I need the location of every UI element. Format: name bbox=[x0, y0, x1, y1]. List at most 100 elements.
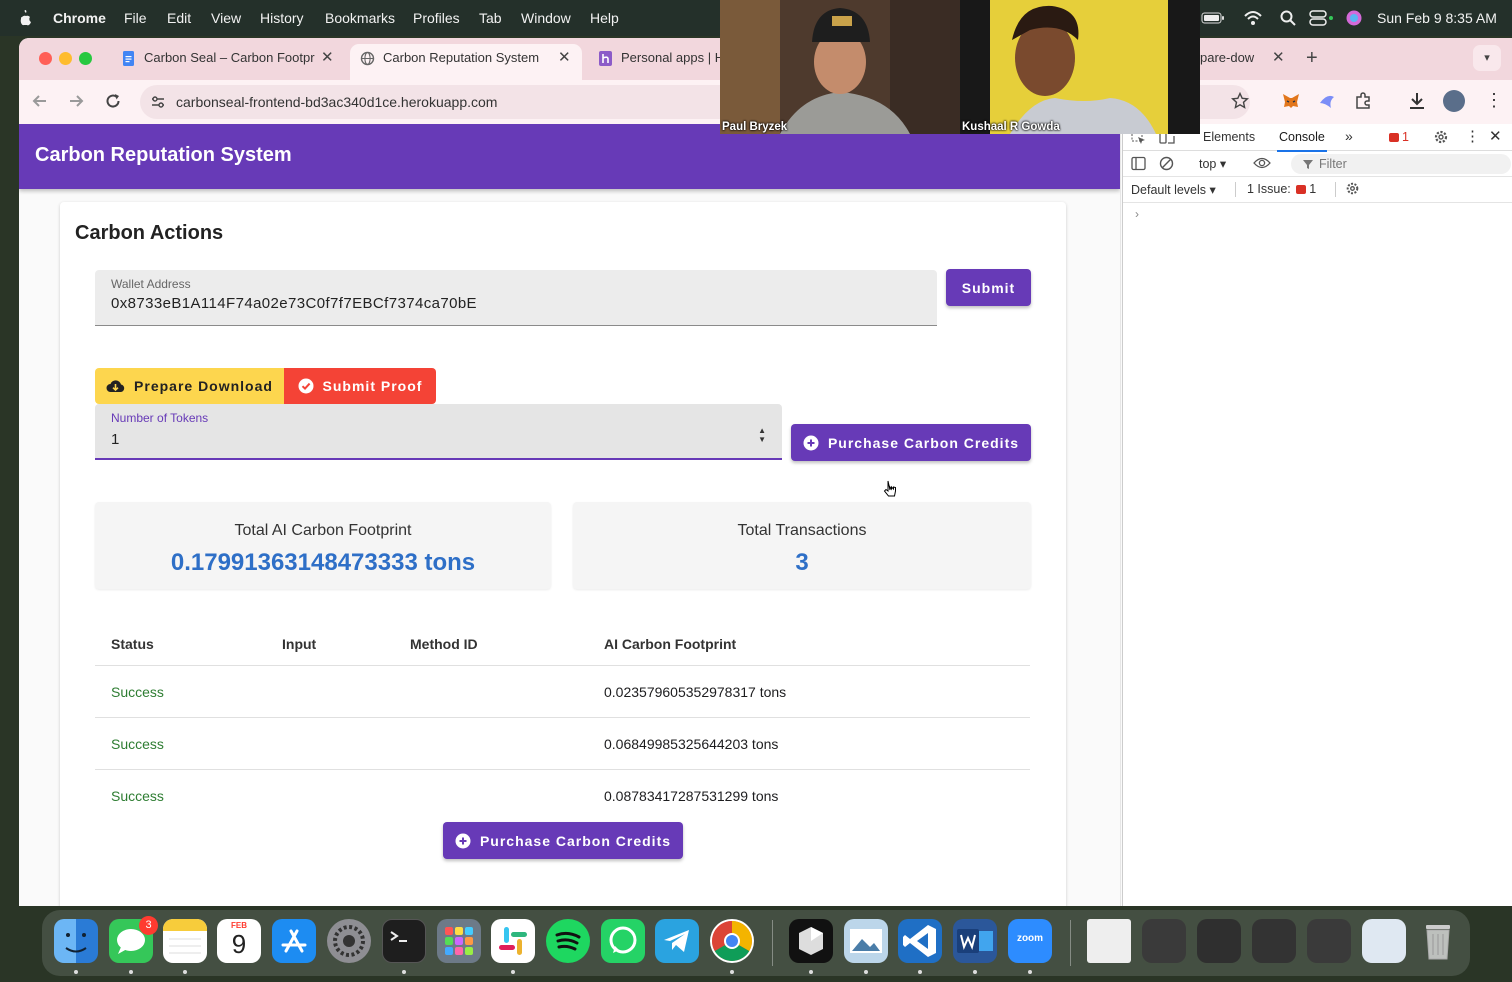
devtools-tab-console[interactable]: Console bbox=[1277, 130, 1327, 152]
slack-icon[interactable] bbox=[491, 919, 535, 963]
chrome-menu-icon[interactable]: ⋮ bbox=[1485, 91, 1503, 109]
table-row[interactable]: Success 0.06849985325644203 tons bbox=[95, 718, 1030, 770]
context-selector[interactable]: top ▾ bbox=[1199, 156, 1226, 171]
calendar-icon[interactable]: FEB 9 bbox=[217, 919, 261, 963]
minimized-window-thumbnail[interactable] bbox=[1142, 919, 1186, 963]
finder-icon[interactable] bbox=[54, 919, 98, 963]
live-expression-eye-icon[interactable] bbox=[1253, 156, 1271, 170]
log-levels-dropdown[interactable]: Default levels ▾ bbox=[1131, 182, 1216, 197]
wallet-address-field[interactable]: Wallet Address 0x8733eB1A114F74a02e73C0f… bbox=[95, 270, 937, 326]
menu-bookmarks[interactable]: Bookmarks bbox=[325, 0, 395, 36]
battery-icon[interactable] bbox=[1201, 9, 1225, 27]
menu-help[interactable]: Help bbox=[590, 0, 619, 36]
issues-link[interactable]: 1 Issue: 1 bbox=[1247, 182, 1316, 196]
tab-search-chevron-icon[interactable]: ▾ bbox=[1473, 45, 1501, 71]
menu-history[interactable]: History bbox=[260, 0, 304, 36]
minimize-window-button[interactable] bbox=[59, 52, 72, 65]
menubar-clock[interactable]: Sun Feb 9 8:35 AM bbox=[1377, 0, 1497, 36]
menu-tab[interactable]: Tab bbox=[479, 0, 502, 36]
minimized-window-thumbnail[interactable] bbox=[1197, 919, 1241, 963]
menu-view[interactable]: View bbox=[211, 0, 241, 36]
zoom-window-button[interactable] bbox=[79, 52, 92, 65]
tab-carbon-seal-doc[interactable]: Carbon Seal – Carbon Footpr ✕ bbox=[111, 44, 339, 80]
forward-icon[interactable] bbox=[65, 90, 87, 112]
number-stepper-icon[interactable]: ▲ ▼ bbox=[758, 426, 766, 444]
tab-prepare-download[interactable]: pare-dow ✕ bbox=[1200, 44, 1290, 80]
reload-icon[interactable] bbox=[102, 90, 124, 112]
cursor-app-icon[interactable] bbox=[789, 919, 833, 963]
number-of-tokens-value[interactable]: 1 bbox=[111, 431, 120, 448]
back-icon[interactable] bbox=[29, 90, 51, 112]
close-tab-icon[interactable]: ✕ bbox=[558, 44, 571, 72]
more-tabs-chevron-icon[interactable]: » bbox=[1345, 128, 1353, 144]
minimized-window-thumbnail[interactable] bbox=[1307, 919, 1351, 963]
siri-icon[interactable] bbox=[1345, 9, 1363, 27]
extension-icon[interactable] bbox=[1317, 91, 1337, 111]
devtools-settings-icon[interactable] bbox=[1433, 129, 1449, 145]
metamask-extension-icon[interactable] bbox=[1281, 91, 1301, 111]
extensions-puzzle-icon[interactable] bbox=[1354, 91, 1374, 111]
document-stack-icon[interactable] bbox=[1087, 919, 1131, 963]
chrome-icon[interactable] bbox=[710, 919, 754, 963]
terminal-icon[interactable] bbox=[382, 919, 426, 963]
microsoft-word-icon[interactable] bbox=[953, 919, 997, 963]
column-header-status[interactable]: Status bbox=[111, 636, 154, 652]
menu-app-name[interactable]: Chrome bbox=[53, 0, 106, 36]
menu-file[interactable]: File bbox=[124, 0, 147, 36]
whatsapp-icon[interactable] bbox=[601, 919, 645, 963]
clear-console-icon[interactable] bbox=[1159, 156, 1174, 171]
devtools-tab-elements[interactable]: Elements bbox=[1203, 130, 1255, 144]
submit-button[interactable]: Submit bbox=[946, 269, 1031, 306]
bookmark-star-icon[interactable] bbox=[1231, 92, 1249, 110]
sidebar-toggle-icon[interactable] bbox=[1131, 156, 1146, 171]
launchpad-icon[interactable] bbox=[437, 919, 481, 963]
console-filter-input[interactable]: Filter bbox=[1291, 154, 1511, 174]
wifi-icon[interactable] bbox=[1243, 9, 1263, 27]
menu-edit[interactable]: Edit bbox=[167, 0, 191, 36]
table-row[interactable]: Success 0.023579605352978317 tons bbox=[95, 666, 1030, 718]
zoom-icon[interactable]: zoom bbox=[1008, 919, 1052, 963]
column-header-method-id[interactable]: Method ID bbox=[410, 636, 478, 652]
preview-icon[interactable] bbox=[844, 919, 888, 963]
devtools-close-icon[interactable]: ✕ bbox=[1489, 127, 1502, 145]
notes-icon[interactable] bbox=[163, 919, 207, 963]
spotify-icon[interactable] bbox=[546, 919, 590, 963]
submit-proof-button[interactable]: Submit Proof bbox=[284, 368, 436, 404]
number-of-tokens-field[interactable]: Number of Tokens 1 ▲ ▼ bbox=[95, 404, 782, 460]
app-store-icon[interactable] bbox=[272, 919, 316, 963]
devtools-menu-icon[interactable]: ⋮ bbox=[1465, 127, 1480, 145]
close-window-button[interactable] bbox=[39, 52, 52, 65]
close-tab-icon[interactable]: ✕ bbox=[321, 44, 334, 72]
vscode-icon[interactable] bbox=[898, 919, 942, 963]
close-tab-icon[interactable]: ✕ bbox=[1272, 44, 1285, 72]
table-row[interactable]: Success 0.08783417287531299 tons bbox=[95, 770, 1030, 822]
trash-icon[interactable] bbox=[1416, 919, 1460, 963]
menu-window[interactable]: Window bbox=[521, 0, 571, 36]
purchase-carbon-credits-button[interactable]: Purchase Carbon Credits bbox=[791, 424, 1031, 461]
console-prompt-chevron-icon[interactable]: › bbox=[1135, 207, 1139, 221]
minimized-window-thumbnail[interactable] bbox=[1252, 919, 1296, 963]
profile-avatar[interactable] bbox=[1443, 90, 1465, 112]
tab-personal-apps[interactable]: Personal apps | He bbox=[588, 44, 722, 80]
minimized-chrome-window-thumbnail[interactable] bbox=[1362, 919, 1406, 963]
download-icon[interactable] bbox=[1407, 91, 1427, 111]
wallet-address-value[interactable]: 0x8733eB1A114F74a02e73C0f7f7EBCf7374ca70… bbox=[111, 295, 477, 312]
system-settings-icon[interactable] bbox=[327, 919, 371, 963]
video-tile-kushaal[interactable]: Kushaal R Gowda bbox=[960, 0, 1200, 134]
new-tab-icon[interactable]: + bbox=[1306, 44, 1318, 72]
control-center-icon[interactable] bbox=[1309, 9, 1335, 27]
prepare-download-button[interactable]: Prepare Download bbox=[95, 368, 284, 404]
video-tile-paul[interactable]: Paul Bryzek bbox=[720, 0, 960, 134]
telegram-icon[interactable] bbox=[655, 919, 699, 963]
console-settings-icon[interactable] bbox=[1345, 181, 1360, 196]
column-header-footprint[interactable]: AI Carbon Footprint bbox=[604, 636, 736, 652]
bottom-purchase-carbon-credits-button[interactable]: Purchase Carbon Credits bbox=[443, 822, 683, 859]
column-header-input[interactable]: Input bbox=[282, 636, 316, 652]
error-count-badge[interactable]: 1 bbox=[1389, 130, 1409, 144]
spotlight-search-icon[interactable] bbox=[1279, 9, 1297, 27]
divider bbox=[1235, 182, 1236, 197]
site-settings-icon[interactable] bbox=[150, 94, 166, 110]
tab-carbon-reputation[interactable]: Carbon Reputation System ✕ bbox=[350, 44, 582, 80]
menu-profiles[interactable]: Profiles bbox=[413, 0, 460, 36]
apple-icon[interactable] bbox=[19, 0, 33, 36]
